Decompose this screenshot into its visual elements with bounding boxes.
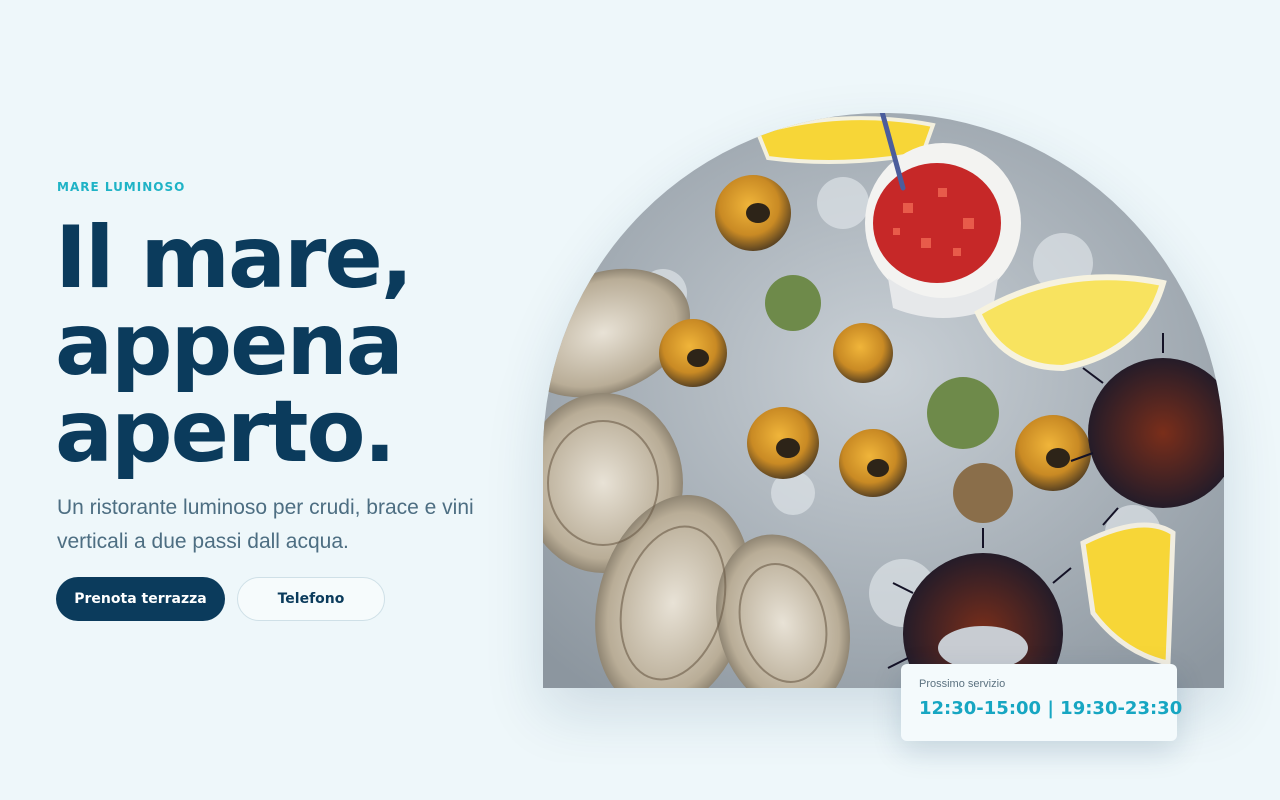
- service-label: Prossimo servizio: [919, 678, 1006, 690]
- service-hours: 12:30-15:00 | 19:30-23:30: [919, 698, 1183, 719]
- hero-image: [543, 113, 1224, 688]
- hero-subtitle: Un ristorante luminoso per crudi, brace …: [57, 496, 474, 553]
- headline-line-2: appena: [55, 295, 404, 395]
- hero-headline: Il mare, appena aperto.: [55, 215, 495, 476]
- headline-line-3: aperto.: [55, 382, 396, 482]
- eyebrow-label: MARE LUMINOSO: [57, 180, 186, 194]
- book-terrace-button[interactable]: Prenota terrazza: [56, 577, 225, 621]
- service-card: Prossimo servizio 12:30-15:00 | 19:30-23…: [901, 664, 1183, 741]
- headline-line-1: Il mare,: [55, 208, 413, 308]
- phone-button[interactable]: Telefono: [237, 577, 385, 621]
